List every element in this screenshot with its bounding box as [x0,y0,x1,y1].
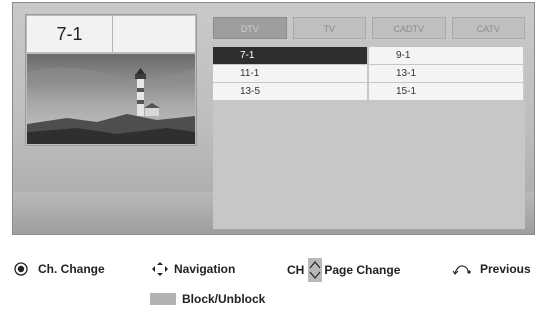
color-key-swatch [150,293,176,305]
channel-list-screen: 7-1 DTV TV CADTV CATV 7-1 9-1 11-1 13-1 … [12,2,535,235]
tab-tv[interactable]: TV [292,17,366,39]
navigation-arrows-icon [152,262,168,276]
legend-navigation-label: Navigation [174,262,236,276]
legend-ch-change: Ch. Change [14,262,105,276]
current-channel-box: 7-1 [27,16,195,52]
channel-list: 7-1 9-1 11-1 13-1 13-5 15-1 [213,47,525,229]
legend-ch-prefix: CH [287,263,305,277]
list-row: 13-5 15-1 [213,83,525,101]
tab-cadtv[interactable]: CADTV [372,17,446,39]
legend-block-unblock-label: Block/Unblock [182,292,266,306]
channel-preview-image [27,54,195,144]
legend-previous: Previous [452,262,531,276]
channel-item[interactable]: 11-1 [213,65,367,82]
legend-page-change-label: Page Change [324,263,401,277]
ok-button-icon [14,262,28,276]
source-tabs: DTV TV CADTV CATV [213,17,525,39]
legend-ch-change-label: Ch. Change [38,262,105,276]
legend-block-unblock: Block/Unblock [150,292,265,306]
legend-previous-label: Previous [480,262,531,276]
channel-item[interactable]: 7-1 [213,47,367,64]
tab-catv[interactable]: CATV [451,17,525,39]
legend-navigation: Navigation [151,261,235,277]
channel-item[interactable]: 15-1 [369,83,523,100]
current-channel-number: 7-1 [27,16,113,52]
channel-item[interactable]: 9-1 [369,47,523,64]
channel-up-down-icon [308,258,323,282]
channel-item[interactable]: 13-1 [369,65,523,82]
list-row: 11-1 13-1 [213,65,525,83]
preview-panel: 7-1 [25,14,197,146]
channel-item[interactable]: 13-5 [213,83,367,100]
channel-name-field [113,16,195,52]
tab-dtv[interactable]: DTV [213,17,287,39]
back-arrow-icon [452,265,471,275]
list-row: 7-1 9-1 [213,47,525,65]
legend-page-change: CH Page Change [287,258,400,282]
lighthouse-image [27,54,195,144]
